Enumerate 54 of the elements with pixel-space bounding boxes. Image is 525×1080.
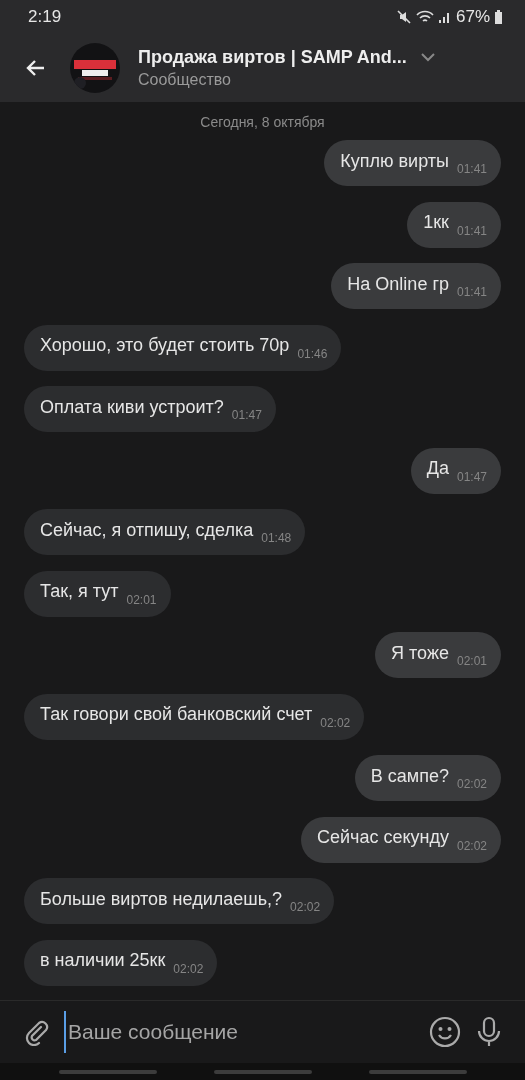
message-bubble[interactable]: в наличии 25кк 02:02 (24, 939, 218, 986)
message-time: 01:41 (456, 162, 487, 176)
message-time: 02:01 (456, 654, 487, 668)
message-bubble[interactable]: Куплю вирты 01:41 (324, 140, 501, 186)
message-bubble[interactable]: Больше виртов недилаешь,? 02:02 (24, 878, 335, 924)
message-bubble[interactable]: В сампе? 02:02 (354, 755, 501, 801)
message-bubble[interactable]: На Online гр 01:41 (331, 263, 501, 309)
message-time: 02:02 (320, 715, 351, 730)
wifi-icon (415, 9, 434, 25)
message-time: 01:41 (456, 223, 487, 238)
message-bubble[interactable]: Да 01:47 (410, 447, 501, 494)
message-text: Сейчас, я отпишу, сделка (40, 519, 254, 541)
battery-percent: 67% (455, 7, 490, 27)
message-text: в наличии 25кк (40, 950, 166, 971)
message-bubble[interactable]: Хорошо, это будет стоить 70р 01:46 (24, 324, 342, 371)
date-separator: Сегодня, 8 октября (200, 114, 325, 130)
mute-icon (395, 9, 412, 25)
message-time: 01:47 (456, 469, 487, 484)
message-time: 01:47 (231, 408, 262, 422)
smiley-icon[interactable] (429, 1016, 461, 1048)
message-text: Хорошо, это будет стоить 70р (40, 335, 290, 356)
message-text: Больше виртов недилаешь,? (40, 888, 283, 910)
microphone-icon[interactable] (475, 1016, 503, 1048)
message-text: На Online гр (347, 273, 449, 295)
message-bubble[interactable]: Оплата киви устроит? 01:47 (24, 386, 276, 432)
status-time: 2:19 (28, 7, 62, 27)
message-text: Так, я тут (40, 581, 119, 602)
chat-title[interactable]: Продажа виртов | SAMP And... (138, 47, 407, 68)
message-bubble[interactable]: Так, я тут 02:01 (24, 570, 171, 617)
message-bubble[interactable]: Сейчас секунду 02:02 (300, 816, 501, 863)
chat-subtitle: Сообщество (138, 71, 232, 89)
message-time: 02:02 (456, 838, 487, 853)
message-input[interactable]: Ваше сообщение (64, 1011, 415, 1053)
message-text: Куплю вирты (340, 150, 449, 172)
message-time: 02:02 (173, 961, 204, 976)
message-text: Сейчас секунду (316, 827, 449, 848)
message-time: 02:02 (456, 777, 487, 791)
message-time: 01:41 (456, 285, 487, 299)
message-bubble[interactable]: Так говори свой банковский счет 02:02 (24, 693, 365, 740)
message-time: 01:48 (261, 531, 292, 545)
message-bubble[interactable]: Я тоже 02:01 (375, 632, 501, 678)
message-text: Да (426, 458, 449, 479)
message-time: 02:01 (126, 592, 157, 607)
message-text: В сампе? (370, 765, 449, 787)
message-text: Так говори свой банковский счет (40, 704, 313, 725)
message-text: Оплата киви устроит? (40, 396, 224, 418)
message-time: 02:02 (290, 900, 321, 914)
battery-icon (494, 9, 503, 25)
message-text: Я тоже (391, 642, 449, 664)
message-bubble[interactable]: Сейчас, я отпишу, сделка 01:48 (24, 509, 306, 555)
message-bubble[interactable]: 1кк 01:41 (407, 201, 501, 248)
message-text: 1кк (423, 212, 449, 233)
chevron-down-icon[interactable] (420, 53, 435, 62)
message-time: 01:46 (297, 346, 328, 361)
